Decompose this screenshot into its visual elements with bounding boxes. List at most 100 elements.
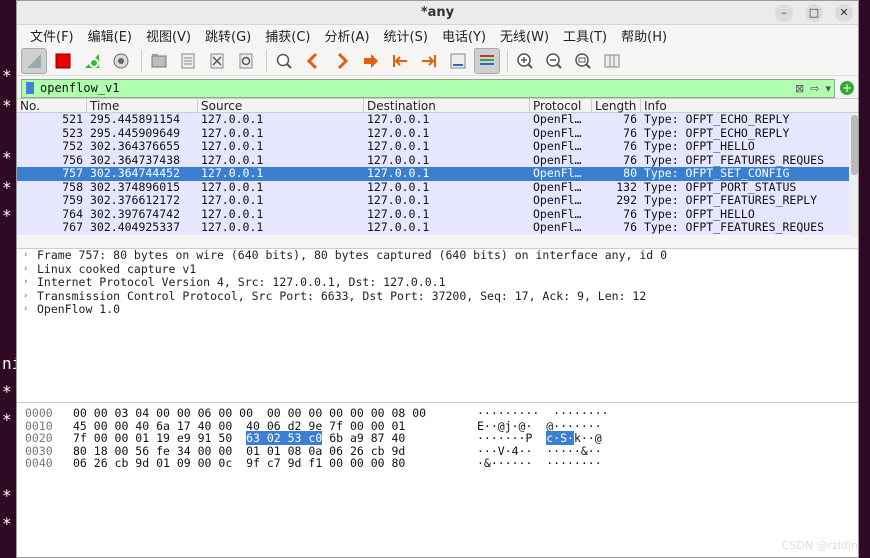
minimize-button[interactable]: – [775,4,793,22]
packet-cell-no: 758 [62,180,83,194]
expand-arrow-icon[interactable]: › [23,276,37,290]
menu-analyze[interactable]: 分析(A) [317,26,376,45]
details-empty-area [17,320,858,402]
add-filter-button-icon[interactable]: + [840,81,854,95]
packet-cell-len: 76 [623,153,637,167]
title-bar: *any – □ ✕ [17,1,858,25]
packet-row[interactable]: 759 302.376612172 127.0.0.1 127.0.0.1 OpenFl… [17,194,858,208]
find-packet-icon[interactable] [271,48,297,74]
packet-cell-info: Type: OFPT_PORT_STATUS [644,180,797,194]
detail-row-linux-cooked[interactable]: › Linux cooked capture v1 [17,262,858,277]
bookmark-icon[interactable] [26,82,34,94]
menu-view[interactable]: 视图(V) [139,26,198,45]
terminal-glyph: * [2,178,12,197]
packet-row[interactable]: 764 302.397674742 127.0.0.1 127.0.0.1 OpenFl… [17,207,858,221]
column-header-source[interactable]: Source [198,99,364,113]
filter-history-dropdown-icon[interactable]: ▾ [822,82,834,95]
column-header-length[interactable]: Length [592,99,641,113]
shark-fin-start-icon[interactable] [21,47,47,74]
zoom-in-icon[interactable] [512,48,538,74]
packet-cell-time: 302.397674742 [90,207,181,221]
menu-edit[interactable]: 编辑(E) [81,26,139,45]
packet-cell-no: 757 [62,167,83,180]
first-packet-icon[interactable] [387,48,413,74]
packet-cell-info: Type: OFPT_ECHO_REPLY [644,113,790,126]
packet-cell-time: 295.445891154 [90,113,181,126]
save-file-icon[interactable] [175,48,201,74]
expand-arrow-icon[interactable]: › [23,263,37,277]
open-file-icon[interactable] [146,48,172,74]
close-button[interactable]: ✕ [835,4,853,22]
packet-row[interactable]: 767 302.404925337 127.0.0.1 127.0.0.1 OpenFl… [17,221,858,235]
detail-row-openflow[interactable]: › OpenFlow 1.0 [17,302,858,317]
column-header-time[interactable]: Time [87,99,198,113]
packet-list-scrollbar[interactable] [849,113,858,237]
column-header-destination[interactable]: Destination [364,99,530,113]
resize-columns-icon[interactable] [599,48,625,74]
detail-row-frame[interactable]: › Frame 757: 80 bytes on wire (640 bits),… [17,248,858,263]
packet-cell-len: 76 [623,126,637,140]
hex-row[interactable]: 0040 06 26 cb 9d 01 09 00 0c 9f c7 9d f1 … [17,457,858,470]
packet-cell-len: 76 [623,140,637,153]
menu-telephony[interactable]: 电话(Y) [435,26,493,45]
wireshark-window: *any – □ ✕ 文件(F) 编辑(E) 视图(V) 跳转(G) 捕获(C)… [16,0,859,558]
packet-cell-no: 759 [62,194,83,207]
packet-row[interactable]: 752 302.364376655 127.0.0.1 127.0.0.1 OpenFl… [17,140,858,154]
packet-cell-len: 80 [623,167,637,180]
menu-help[interactable]: 帮助(H) [614,26,674,45]
terminal-glyph: * [2,66,12,85]
packet-row[interactable]: 757 302.364744452 127.0.0.1 127.0.0.1 OpenFl… [17,167,858,181]
packet-cell-proto: OpenFl… [533,221,582,234]
detail-row-tcp[interactable]: › Transmission Control Protocol, Src Port… [17,288,858,304]
colorize-icon[interactable] [474,47,500,74]
auto-scroll-icon[interactable] [445,48,471,74]
expand-arrow-icon[interactable]: › [23,290,37,304]
packet-row[interactable]: 521 295.445891154 127.0.0.1 127.0.0.1 OpenFl… [17,113,858,127]
maximize-button[interactable]: □ [805,4,823,22]
column-header-info[interactable]: Info [641,99,858,113]
menu-capture[interactable]: 捕获(C) [258,26,317,45]
packet-cell-info: Type: OFPT_HELLO [644,140,755,153]
menu-go[interactable]: 跳转(G) [198,26,258,45]
detail-text: Internet Protocol Version 4, Src: 127.0.… [37,275,446,289]
packet-cell-dst: 127.0.0.1 [367,221,430,234]
terminal-glyph: * [2,514,12,533]
column-header-no[interactable]: No. [17,99,87,113]
packet-row[interactable]: 523 295.445909649 127.0.0.1 127.0.0.1 OpenFl… [17,126,858,140]
packet-row[interactable]: 758 302.374896015 127.0.0.1 127.0.0.1 OpenFl… [17,180,858,194]
menu-tools[interactable]: 工具(T) [556,26,614,45]
restart-capture-icon[interactable] [79,48,105,74]
last-packet-icon[interactable] [416,48,442,74]
close-file-icon[interactable] [204,48,230,74]
column-header-protocol[interactable]: Protocol [530,99,592,113]
go-back-icon[interactable] [300,48,326,74]
packet-cell-no: 752 [62,140,83,153]
packet-row[interactable]: 756 302.364737438 127.0.0.1 127.0.0.1 OpenFl… [17,153,858,167]
hex-rows: 0000 00 00 03 04 00 00 06 00 00 00 00 00 … [17,403,858,470]
detail-text: Transmission Control Protocol, Src Port:… [37,288,647,303]
menu-wireless[interactable]: 无线(W) [493,26,556,45]
packet-cell-dst: 127.0.0.1 [367,126,430,140]
zoom-out-icon[interactable] [541,48,567,74]
packet-cell-dst: 127.0.0.1 [367,153,430,167]
expand-arrow-icon[interactable]: › [23,249,37,263]
menu-statistics[interactable]: 统计(S) [377,26,435,45]
capture-options-icon[interactable] [108,48,134,74]
menu-file[interactable]: 文件(F) [23,26,81,45]
detail-text: Frame 757: 80 bytes on wire (640 bits), … [37,248,668,262]
display-filter-input[interactable] [40,81,793,95]
toolbar-separator [507,49,508,72]
scrollbar-thumb[interactable] [851,115,858,175]
normal-size-icon[interactable] [570,48,596,74]
apply-filter-icon[interactable]: ⇨ [807,82,822,95]
stop-capture-icon[interactable] [50,48,76,74]
packet-cell-src: 127.0.0.1 [201,126,264,140]
packet-cell-dst: 127.0.0.1 [367,207,430,221]
packet-cell-len: 76 [623,207,637,221]
clear-filter-icon[interactable]: ⊠ [792,82,807,95]
go-forward-icon[interactable] [329,48,355,74]
reload-file-icon[interactable] [233,48,259,74]
expand-arrow-icon[interactable]: › [23,303,37,317]
go-to-packet-icon[interactable] [358,48,384,74]
detail-row-ip[interactable]: › Internet Protocol Version 4, Src: 127.0… [17,275,858,290]
